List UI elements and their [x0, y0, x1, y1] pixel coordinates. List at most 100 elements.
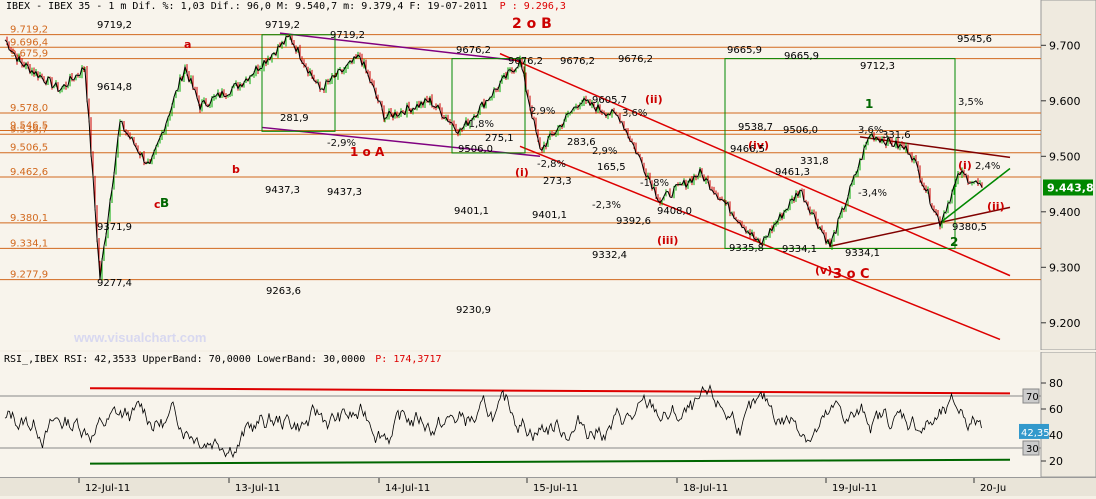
price-annotation: 9392,6	[616, 216, 651, 227]
price-annotation: -2,8%	[537, 159, 566, 170]
price-annotation: 9506,0	[458, 144, 493, 155]
x-tick-label: 20-Ju	[980, 483, 1006, 494]
y-tick-label: 9.200	[1049, 317, 1081, 330]
price-annotation: 3,6%	[622, 108, 647, 119]
fib-level-label: 9.462,6	[10, 167, 48, 178]
price-annotation: 9605,7	[592, 95, 627, 106]
x-tick-label: 15-Jul-11	[533, 483, 578, 494]
wave-label: (i)	[958, 159, 972, 172]
price-annotation: 273,3	[543, 176, 572, 187]
fib-level-label: 9.539,7	[10, 124, 48, 135]
fib-level-label: 9.277,9	[10, 270, 48, 281]
rsi-lower-band-value: 30	[1026, 444, 1039, 455]
price-annotation: -2,9%	[327, 138, 356, 149]
price-line-segment	[738, 222, 740, 223]
price-annotation: -2,3%	[592, 200, 621, 211]
price-annotation: 3,5%	[958, 97, 983, 108]
price-annotation: 9665,9	[784, 51, 819, 62]
wave-label: a	[184, 38, 191, 51]
price-annotation: 9437,3	[327, 187, 362, 198]
price-annotation: 9665,9	[727, 45, 762, 56]
price-annotation: -1,8%	[640, 178, 669, 189]
price-panel[interactable]: IBEX - IBEX 35 - 1 m Dif. %: 1,03 Dif.: …	[0, 0, 1096, 350]
price-annotation: 9719,2	[265, 20, 300, 31]
rsi-header: RSI_,IBEX RSI: 42,3533 UpperBand: 70,000…	[4, 354, 442, 365]
wave-label: 1	[865, 97, 873, 111]
price-annotation: -1,8%	[465, 119, 494, 130]
price-annotation: 9676,2	[618, 54, 653, 65]
rsi-tick-label: 20	[1049, 455, 1063, 468]
wave-label: b	[232, 163, 240, 176]
price-annotation: 9332,4	[592, 250, 627, 261]
price-annotation: 9263,6	[266, 286, 301, 297]
wave-label: 2 o B	[512, 16, 552, 32]
y-tick-label: 9.600	[1049, 95, 1081, 108]
fib-level-label: 9.719,2	[10, 25, 48, 36]
wave-label: B	[160, 196, 169, 210]
price-annotation: 9230,9	[456, 305, 491, 316]
y-tick-label: 9.300	[1049, 261, 1081, 274]
price-annotation: 9371,9	[97, 222, 132, 233]
price-annotation: 9614,8	[97, 82, 132, 93]
wave-label: (i)	[515, 166, 529, 179]
price-annotation: 331,6	[882, 130, 911, 141]
fib-level-label: 9.334,1	[10, 238, 48, 249]
price-annotation: 9334,1	[782, 244, 817, 255]
price-line-segment	[66, 86, 68, 87]
rsi-panel[interactable]: 80 60 40 20 70 30 42,35 RSI_,IBEX RSI: 42,3533…	[0, 352, 1096, 477]
price-annotation: 9676,2	[456, 45, 491, 56]
price-annotation: 9676,2	[508, 56, 543, 67]
price-line-segment	[448, 122, 450, 123]
price-annotation: 9545,6	[957, 34, 992, 45]
rsi-chart[interactable]: 80 60 40 20 70 30 42,35	[0, 352, 1096, 477]
x-tick-label: 19-Jul-11	[832, 483, 877, 494]
rsi-current-value: 42,35	[1021, 428, 1050, 439]
price-annotation: 3,6%	[858, 125, 883, 136]
price-annotation: 9437,3	[265, 185, 300, 196]
price-annotation: 9676,2	[560, 56, 595, 67]
y-tick-label: 9.500	[1049, 150, 1081, 163]
price-annotation: 9401,1	[532, 210, 567, 221]
price-annotation: 9712,3	[860, 61, 895, 72]
price-axis-bg	[1041, 0, 1096, 350]
wave-label: 2	[950, 235, 958, 249]
price-line-segment	[228, 94, 230, 95]
price-line-segment	[332, 76, 334, 77]
price-annotation: 9719,2	[330, 30, 365, 41]
rsi-tick-label: 40	[1049, 429, 1063, 442]
rsi-header-p: P: 174,3717	[375, 354, 441, 365]
rsi-upper-band-value: 70	[1026, 392, 1039, 403]
rsi-tick-label: 80	[1049, 377, 1063, 390]
price-annotation: 2,4%	[975, 161, 1000, 172]
price-annotation: 9506,0	[783, 125, 818, 136]
price-annotation: 165,5	[597, 162, 626, 173]
time-axis-svg: 12-Jul-1113-Jul-1114-Jul-1115-Jul-1118-J…	[0, 478, 1096, 496]
time-axis: 12-Jul-1113-Jul-1114-Jul-1115-Jul-1118-J…	[0, 477, 1096, 496]
wave-label: (ii)	[645, 93, 663, 106]
wave-label: (ii)	[987, 200, 1005, 213]
rsi-bottom-line	[90, 460, 1010, 464]
price-annotation: 9334,1	[845, 248, 880, 259]
price-annotation: -3,4%	[858, 188, 887, 199]
x-tick-label: 12-Jul-11	[85, 483, 130, 494]
y-tick-label: 9.700	[1049, 39, 1081, 52]
wave-label: (v)	[815, 264, 832, 277]
price-annotation: 9277,4	[97, 278, 132, 289]
price-line-segment	[250, 76, 252, 77]
current-price-label: 9.443,8	[1047, 181, 1094, 194]
price-annotation: 2,9%	[592, 146, 617, 157]
rsi-tick-label: 60	[1049, 403, 1063, 416]
fib-level-label: 9.380,1	[10, 213, 48, 224]
price-annotation: 331,8	[800, 156, 829, 167]
price-chart[interactable]: 9.7009.6009.5009.4009.3009.2009.719,29.6…	[0, 0, 1096, 350]
price-line-segment	[214, 96, 216, 97]
price-line-segment	[320, 89, 322, 90]
price-line-segment	[378, 101, 380, 102]
wave-label: 3 o C	[833, 267, 870, 282]
y-tick-label: 9.400	[1049, 206, 1081, 219]
price-annotation: 9380,5	[952, 222, 987, 233]
x-tick-label: 13-Jul-11	[235, 483, 280, 494]
wave-label: (iii)	[657, 234, 678, 247]
price-line-segment	[696, 176, 698, 177]
x-tick-label: 14-Jul-11	[385, 483, 430, 494]
